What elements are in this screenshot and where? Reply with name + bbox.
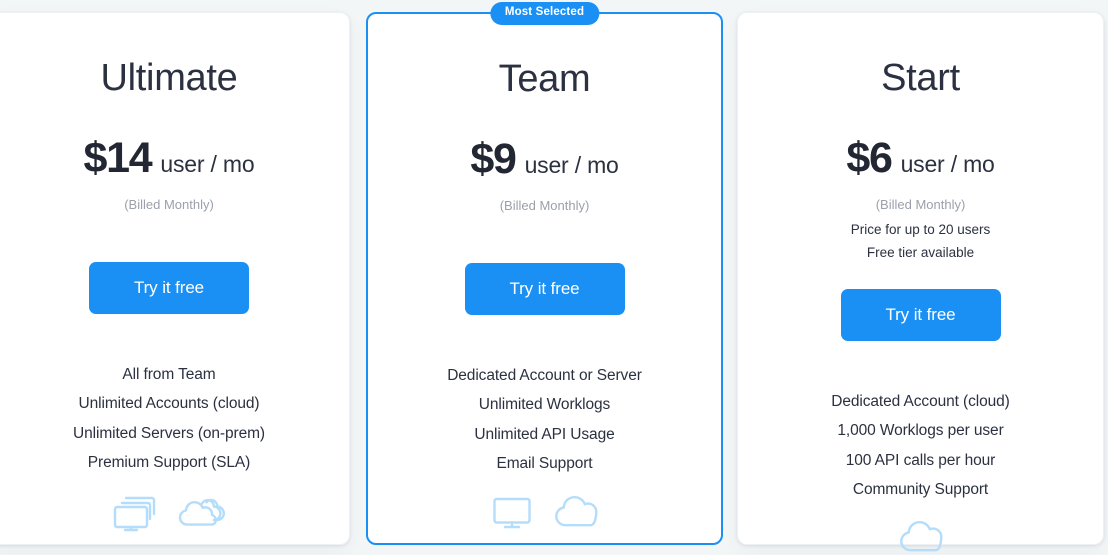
feature-list: All from Team Unlimited Accounts (cloud)… [73,360,265,478]
feature-item: Dedicated Account or Server [447,366,642,384]
feature-item: Unlimited Servers (on-prem) [73,424,265,442]
multiple-monitors-icon [113,496,156,531]
pricing-card-start[interactable]: Start $6 user / mo (Billed Monthly) Pric… [737,12,1104,552]
pricing-card-team[interactable]: Most Selected Team $9 user / mo (Billed … [366,2,723,545]
billing-note: (Billed Monthly) [499,198,590,213]
price-amount: $14 [83,134,153,182]
price-unit: user / mo [900,151,995,177]
price-extra-note: Price for up to 20 users [850,221,991,237]
cta-wrapper: Try it free [738,288,1103,341]
feature-item: 1,000 Worklogs per user [837,422,1004,440]
price-row: $9 user / mo [470,135,619,183]
feature-item: Dedicated Account (cloud) [831,392,1010,410]
cloud-icon [899,520,942,552]
plan-icon-row [112,494,226,532]
feature-item: Unlimited Accounts (cloud) [78,395,260,413]
multiple-clouds-icon [178,498,225,526]
feature-item: Email Support [496,455,593,473]
feature-item: Premium Support (SLA) [87,454,251,472]
price-extra-note: Free tier available [866,245,975,261]
cta-wrapper: Try it free [368,262,721,315]
plan-title: Team [498,58,591,100]
cloud-icon [554,495,597,526]
billing-note: (Billed Monthly) [875,197,966,212]
feature-item: Community Support [852,481,989,499]
monitor-icon [492,497,531,528]
most-selected-badge: Most Selected [489,2,600,25]
price-unit: user / mo [524,152,619,178]
feature-list: Dedicated Account (cloud) 1,000 Worklogs… [831,387,1010,505]
price-row: $14 user / mo [84,137,255,180]
pricing-plans-section: Ultimate $14 user / mo (Billed Monthly) … [0,0,1108,555]
price-amount: $6 [846,134,893,182]
price-amount: $9 [470,135,517,183]
plan-title: Start [881,57,960,99]
plan-icon-row [492,495,598,531]
try-it-free-button[interactable]: Try it free [464,262,625,315]
price-unit: user / mo [160,151,255,177]
billing-note: (Billed Monthly) [124,197,214,212]
feature-item: All from Team [122,365,216,383]
try-it-free-button[interactable]: Try it free [89,261,249,314]
pricing-card-ultimate[interactable]: Ultimate $14 user / mo (Billed Monthly) … [0,12,350,545]
price-row: $6 user / mo [846,134,995,182]
cta-wrapper: Try it free [0,261,349,314]
feature-list: Dedicated Account or Server Unlimited Wo… [447,361,642,479]
feature-item: 100 API calls per hour [845,451,996,469]
feature-item: Unlimited Worklogs [478,396,611,414]
try-it-free-button[interactable]: Try it free [840,288,1001,341]
feature-item: Unlimited API Usage [474,425,615,443]
plan-title: Ultimate [100,57,238,99]
plan-icon-row [899,520,943,555]
